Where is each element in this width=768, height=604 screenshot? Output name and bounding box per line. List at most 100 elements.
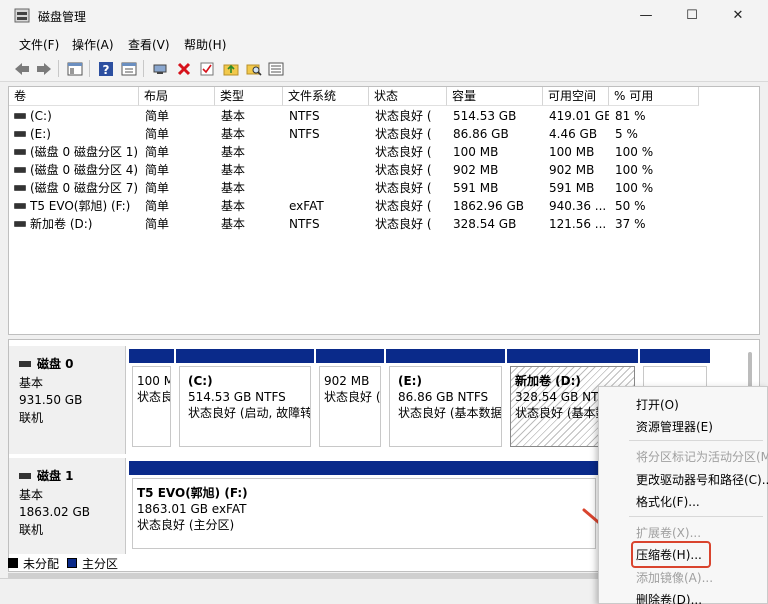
cell-type: 基本 — [221, 199, 246, 213]
partition-size: 86.86 GB NTFS — [398, 390, 489, 404]
connect-icon[interactable] — [150, 59, 169, 78]
minimize-button[interactable]: — — [623, 0, 669, 31]
disk-0-size: 931.50 GB — [19, 393, 83, 407]
cell-volume: (磁盘 0 磁盘分区 1) — [30, 145, 139, 159]
cell-percent-free: 100 % — [615, 181, 654, 195]
menu-change-drive-letter[interactable]: 更改驱动器号和路径(C)... — [636, 471, 768, 488]
column-header-free-space[interactable]: 可用空间 — [543, 87, 609, 106]
menu-explorer[interactable]: 资源管理器(E) — [636, 418, 713, 435]
cell-capacity: 328.54 GB — [453, 217, 517, 231]
cell-free-space: 940.36 ... — [549, 199, 607, 213]
cell-status: 状态良好 ( — [375, 145, 432, 159]
disk-1-label[interactable]: 磁盘 1 基本 1863.02 GB 联机 — [9, 458, 126, 554]
menu-action[interactable]: 操作(A) — [72, 36, 114, 53]
cell-capacity: 1862.96 GB — [453, 199, 524, 213]
column-header-volume[interactable]: 卷 — [9, 87, 139, 106]
menu-view[interactable]: 查看(V) — [128, 36, 170, 53]
partition-status: 状态良好 ( — [324, 390, 381, 404]
svg-text:?: ? — [102, 63, 109, 77]
cell-layout: 简单 — [145, 127, 170, 141]
cell-filesystem: NTFS — [289, 127, 320, 141]
cell-volume: T5 EVO(郭旭) (F:) — [30, 199, 131, 213]
upload-folder-icon[interactable] — [221, 59, 240, 78]
table-row[interactable]: (磁盘 0 磁盘分区 1) 简单 基本 状态良好 (100 MB 100 MB 100 % — [9, 143, 759, 161]
table-row[interactable]: (E:) 简单 基本 NTFS 状态良好 (86.86 GB 4.46 GB 5 % — [9, 125, 759, 143]
volume-drive-icon — [14, 185, 26, 191]
menu-help[interactable]: 帮助(H) — [184, 36, 226, 53]
cell-volume: (磁盘 0 磁盘分区 4) — [30, 163, 139, 177]
back-arrow-icon[interactable] — [12, 59, 31, 78]
volume-drive-icon — [14, 149, 26, 155]
partition-status: 状态良好 (主分区) — [137, 518, 235, 532]
cell-layout: 简单 — [145, 181, 170, 195]
cell-volume: (C:) — [30, 109, 52, 123]
disk-0-status: 联机 — [19, 411, 44, 425]
help-icon[interactable]: ? — [96, 59, 115, 78]
check-icon[interactable] — [197, 59, 216, 78]
partition-c[interactable]: (C:) 514.53 GB NTFS 状态良好 (启动, 故障转 — [176, 349, 314, 450]
maximize-button[interactable]: ☐ — [669, 0, 715, 31]
close-button[interactable]: ✕ — [715, 0, 761, 31]
shrink-volume-highlight — [631, 541, 711, 568]
partition-disk0-1[interactable]: 100 M 状态良 — [129, 349, 174, 450]
volume-drive-icon — [14, 113, 26, 119]
cell-layout: 简单 — [145, 163, 170, 177]
cell-free-space: 902 MB — [549, 163, 595, 177]
properties-icon[interactable] — [119, 59, 138, 78]
search-folder-icon[interactable] — [244, 59, 263, 78]
volume-drive-icon — [14, 131, 26, 137]
table-row[interactable]: 新加卷 (D:) 简单 基本 NTFS 状态良好 (328.54 GB 121.56 ..… — [9, 215, 759, 233]
unallocated-swatch — [8, 558, 18, 568]
column-header-percent-free[interactable]: % 可用 — [609, 87, 699, 106]
menu-format[interactable]: 格式化(F)... — [636, 493, 700, 510]
column-header-layout[interactable]: 布局 — [139, 87, 215, 106]
partition-e[interactable]: (E:) 86.86 GB NTFS 状态良好 (基本数据 — [386, 349, 505, 450]
cell-type: 基本 — [221, 109, 246, 123]
table-row[interactable]: (磁盘 0 磁盘分区 7) 简单 基本 状态良好 (591 MB 591 MB 100 % — [9, 179, 759, 197]
disk-0-type: 基本 — [19, 376, 44, 390]
cell-capacity: 902 MB — [453, 163, 499, 177]
disk-1-size: 1863.02 GB — [19, 505, 90, 519]
context-menu: 打开(O) 资源管理器(E) 将分区标记为活动分区(M 更改驱动器号和路径(C)… — [598, 386, 768, 604]
cell-status: 状态良好 ( — [375, 127, 432, 141]
menu-file[interactable]: 文件(F) — [19, 36, 59, 53]
menu-mark-active: 将分区标记为活动分区(M — [636, 450, 768, 464]
table-row[interactable]: T5 EVO(郭旭) (F:) 简单 基本 exFAT 状态良好 (1862.96 GB… — [9, 197, 759, 215]
partition-size: 902 MB — [324, 374, 370, 388]
partition-status: 状态良 — [137, 390, 171, 404]
disk-1-name: 磁盘 1 — [37, 469, 74, 483]
menu-open[interactable]: 打开(O) — [636, 396, 679, 413]
cell-capacity: 591 MB — [453, 181, 499, 195]
table-row[interactable]: (磁盘 0 磁盘分区 4) 简单 基本 状态良好 (902 MB 902 MB 100 % — [9, 161, 759, 179]
cell-capacity: 514.53 GB — [453, 109, 517, 123]
partition-disk0-4[interactable]: 902 MB 状态良好 ( — [316, 349, 384, 450]
volume-drive-icon — [14, 221, 26, 227]
menu-add-mirror: 添加镜像(A)... — [636, 571, 714, 585]
cell-type: 基本 — [221, 181, 246, 195]
cell-type: 基本 — [221, 163, 246, 177]
volume-drive-icon — [14, 203, 26, 209]
partition-status: 状态良好 (基本数据 — [398, 406, 502, 420]
cell-filesystem — [289, 143, 369, 161]
console-tree-icon[interactable] — [65, 59, 84, 78]
delete-icon[interactable] — [174, 59, 193, 78]
column-header-type[interactable]: 类型 — [215, 87, 283, 106]
cell-percent-free: 81 % — [615, 109, 646, 123]
cell-volume: (E:) — [30, 127, 51, 141]
table-row[interactable]: (C:) 简单 基本 NTFS 状态良好 (514.53 GB 419.01 GB 81 % — [9, 107, 759, 125]
column-header-filesystem[interactable]: 文件系统 — [283, 87, 369, 106]
forward-arrow-icon[interactable] — [34, 59, 53, 78]
disk-icon — [19, 472, 31, 479]
partition-title: T5 EVO(郭旭) (F:) — [137, 486, 248, 500]
column-header-capacity[interactable]: 容量 — [447, 87, 543, 106]
legend: 未分配 主分区 — [8, 554, 118, 572]
cell-percent-free: 50 % — [615, 199, 646, 213]
column-header-status[interactable]: 状态 — [369, 87, 447, 106]
menu-delete-volume[interactable]: 删除卷(D)... — [636, 591, 702, 604]
partition-f[interactable]: T5 EVO(郭旭) (F:) 1863.01 GB exFAT 状态良好 (主分区… — [129, 461, 599, 552]
title-bar: 磁盘管理 — ☐ ✕ — [0, 0, 768, 31]
disk-0-label[interactable]: 磁盘 0 基本 931.50 GB 联机 — [9, 346, 126, 454]
list-view-icon[interactable] — [266, 59, 285, 78]
cell-layout: 简单 — [145, 199, 170, 213]
cell-percent-free: 100 % — [615, 145, 654, 159]
